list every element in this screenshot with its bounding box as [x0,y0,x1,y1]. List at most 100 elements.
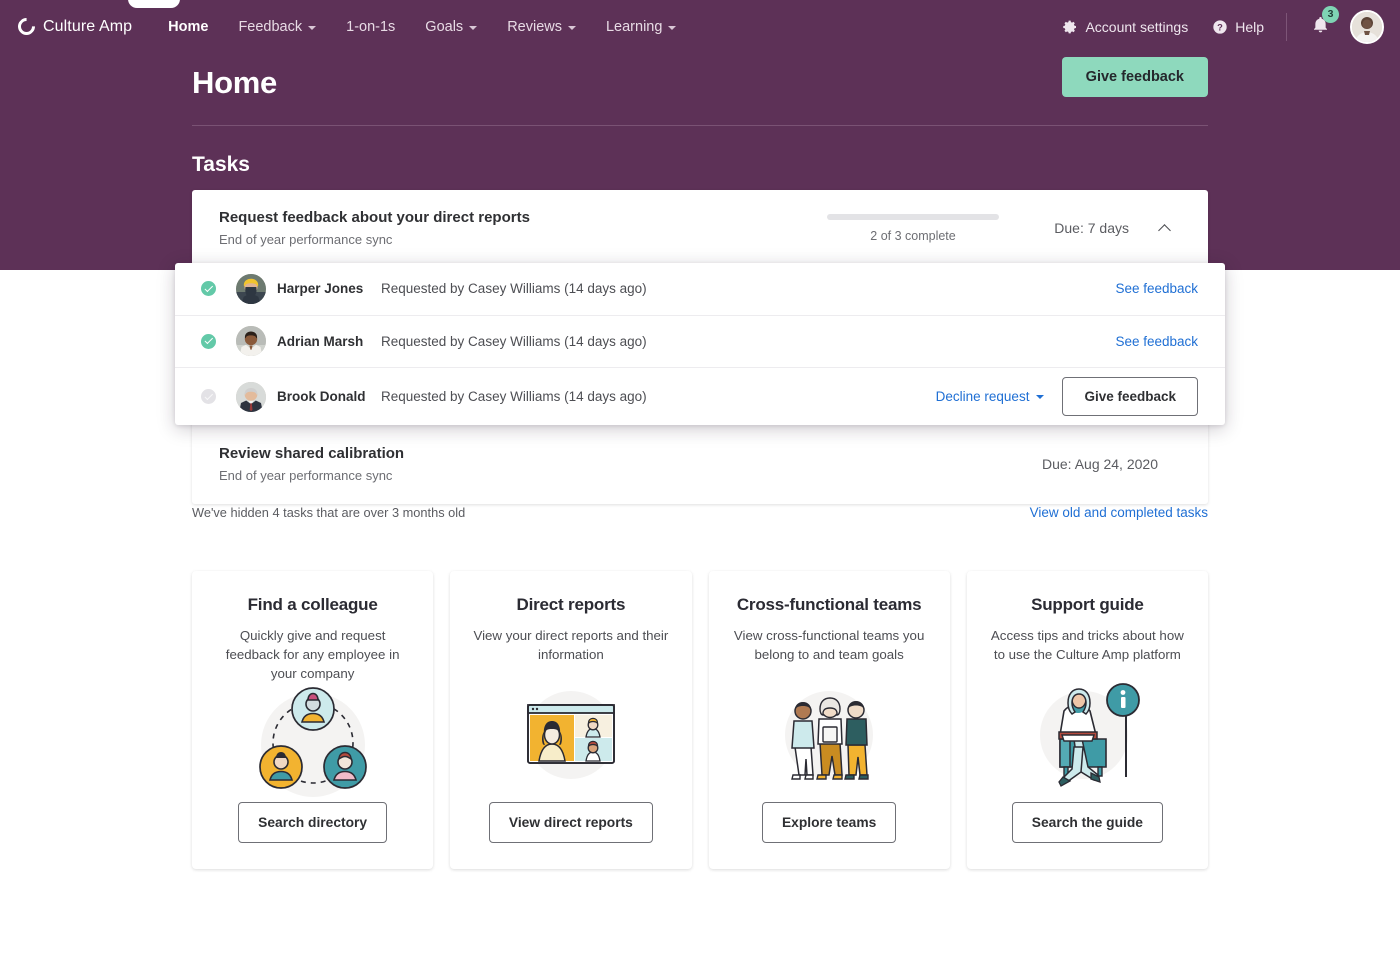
feedback-request-row: Brook Donald Requested by Casey Williams… [175,368,1225,425]
chevron-down-icon [469,25,478,30]
task-collapse-button[interactable] [1147,211,1181,245]
feedback-request-actions: See feedback [1115,281,1198,296]
card-illustration [729,665,930,802]
active-tab-indicator [128,0,180,8]
task-due-date: Due: Aug 24, 2020 [1042,456,1158,472]
question-circle-icon: ? [1213,19,1227,34]
feedback-request-row: Harper Jones Requested by Casey Williams… [175,263,1225,316]
task-row[interactable]: Request feedback about your direct repor… [192,190,1208,269]
nav-item-goals[interactable]: Goals [411,11,491,43]
chevron-down-icon [668,25,677,30]
card-title: Direct reports [516,595,626,614]
avatar-photo [1352,11,1382,42]
nav-item-reviews[interactable]: Reviews [493,11,590,43]
give-feedback-button[interactable]: Give feedback [1061,57,1208,97]
search-directory-button[interactable]: Search directory [238,801,388,843]
card-illustration [212,684,413,802]
chevron-down-icon [1036,394,1045,399]
chevron-up-icon [1157,223,1171,237]
avatar [236,273,266,304]
hero-content: Home Give feedback Tasks [192,53,1208,177]
promo-card-support-guide: Support guide Access tips and tricks abo… [966,571,1208,869]
feedback-request-name: Adrian Marsh [277,333,364,349]
nav-item-1-on-1s[interactable]: 1-on-1s [332,11,409,43]
brand-name: Culture Amp [43,17,133,35]
nav-item-label: Learning [605,18,663,35]
view-direct-reports-button[interactable]: View direct reports [488,801,653,843]
hidden-tasks-note: We've hidden 4 tasks that are over 3 mon… [192,505,1208,520]
nav-item-home[interactable]: Home [154,11,222,43]
decline-request-label: Decline request [935,389,1030,404]
avatar [236,381,266,412]
view-old-tasks-link[interactable]: View old and completed tasks [1030,505,1208,520]
account-settings-button[interactable]: Account settings [1050,13,1200,41]
gear-icon [1063,20,1077,33]
card-description: View cross-functional teams you belong t… [733,628,925,662]
feedback-request-row: Adrian Marsh Requested by Casey Williams… [175,316,1225,368]
progress-label: 2 of 3 complete [870,228,956,243]
task-subtitle: End of year performance sync [219,468,393,483]
help-label: Help [1235,18,1264,35]
task-progress: 2 of 3 complete [827,213,999,243]
home-page: Culture Amp Home Feedback 1-on-1s Goals … [0,0,1400,954]
card-illustration [470,665,671,802]
task-main: Review shared calibration End of year pe… [219,445,1042,483]
culture-amp-c-icon [14,14,39,39]
check-circle-icon [201,333,216,349]
promo-card-direct-reports: Direct reports View your direct reports … [450,571,692,869]
give-feedback-row-button[interactable]: Give feedback [1062,377,1198,416]
card-description: Access tips and tricks about how to use … [990,628,1184,662]
notifications-button[interactable]: 3 [1301,5,1340,45]
feedback-request-meta: Requested by Casey Williams (14 days ago… [381,389,647,404]
nav-item-label: Home [168,18,209,35]
check-circle-icon [201,281,216,297]
see-feedback-link[interactable]: See feedback [1115,281,1198,296]
see-feedback-link[interactable]: See feedback [1115,334,1198,349]
help-button[interactable]: ? Help [1200,13,1276,41]
task-row[interactable]: Review shared calibration End of year pe… [192,426,1208,504]
progress-bar-track [827,213,999,220]
chevron-down-icon [567,25,576,30]
nav-item-label: Feedback [238,18,303,35]
feedback-request-name: Brook Donald [277,389,366,404]
avatar-photo [236,381,266,412]
hero-divider [192,125,1208,126]
three-people-network-illustration [258,686,367,797]
feedback-request-actions: See feedback [1115,334,1198,349]
page-title-row: Home Give feedback [192,53,1208,101]
tasks-heading: Tasks [192,153,250,176]
card-title: Cross-functional teams [736,595,922,614]
task-title: Request feedback about your direct repor… [219,209,530,226]
feedback-request-meta: Requested by Casey Williams (14 days ago… [381,281,647,297]
chevron-down-icon [308,25,317,30]
nav-item-feedback[interactable]: Feedback [224,11,330,43]
card-description: View your direct reports and their infor… [473,628,669,662]
search-the-guide-button[interactable]: Search the guide [1011,801,1163,843]
svg-text:?: ? [1217,22,1223,32]
nav-divider [1286,12,1287,41]
task-title: Review shared calibration [219,445,405,462]
three-standing-people-illustration [785,691,874,780]
avatar-photo [236,326,266,357]
user-avatar[interactable] [1350,9,1384,44]
task-due-date: Due: 7 days [1054,220,1129,236]
card-title: Support guide [1031,595,1144,614]
task-main: Request feedback about your direct repor… [219,209,827,247]
avatar [236,326,266,357]
feedback-request-name: Harper Jones [277,281,364,297]
promo-card-cross-functional-teams: Cross-functional teams View cross-functi… [708,571,950,869]
page-title: Home [192,65,277,100]
brand-logo[interactable]: Culture Amp [14,14,133,39]
task-subtitle: End of year performance sync [219,232,393,247]
nav-item-learning[interactable]: Learning [592,11,690,43]
feedback-requests-overlay: Harper Jones Requested by Casey Williams… [175,263,1225,425]
nav-item-label: 1-on-1s [346,18,396,35]
promo-card-find-a-colleague: Find a colleague Quickly give and reques… [192,571,434,869]
decline-request-dropdown[interactable]: Decline request [936,389,1045,404]
video-call-window-illustration [526,691,615,780]
notification-badge: 3 [1322,5,1339,23]
promo-cards: Find a colleague Quickly give and reques… [192,571,1208,869]
check-circle-outline-icon [201,389,216,404]
explore-teams-button[interactable]: Explore teams [761,801,897,843]
feedback-request-meta: Requested by Casey Williams (14 days ago… [381,333,647,349]
